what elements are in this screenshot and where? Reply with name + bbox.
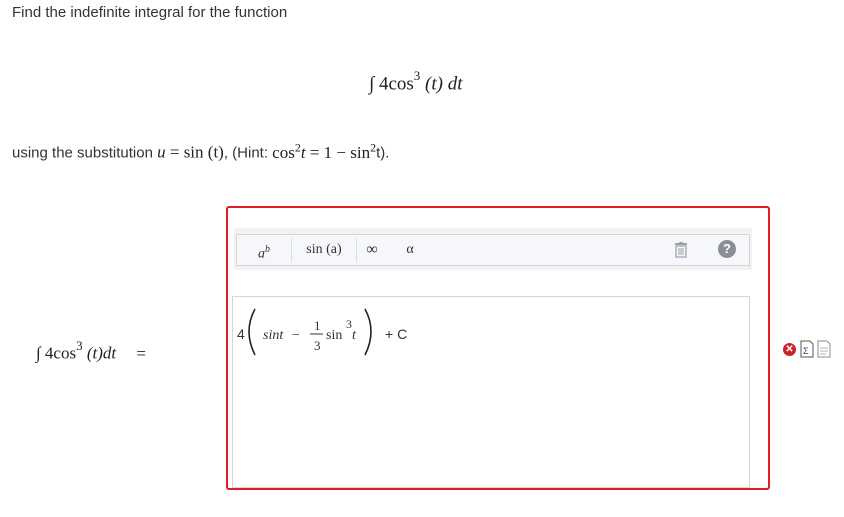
- math-toolbar: ab sin (a) ∞ α ?: [234, 228, 752, 270]
- answer-sint: sint: [263, 328, 284, 343]
- answer-input[interactable]: 4 sint − 1 3 sin 3 t + C: [232, 296, 750, 488]
- help-icon[interactable]: ?: [718, 240, 736, 258]
- right-paren: [364, 308, 372, 356]
- lhs-power: 3: [76, 338, 83, 353]
- integral-coefficient: 4cos: [378, 73, 414, 95]
- exponent-button[interactable]: ab: [251, 238, 277, 262]
- question-prompt: Find the indefinite integral for the fun…: [12, 4, 288, 21]
- answer-plus-c: + C: [385, 326, 407, 342]
- answer-box: ab sin (a) ∞ α ? 4 sint − 1 3 sin 3 t + …: [226, 206, 770, 490]
- hint-open: , (Hint:: [223, 144, 273, 162]
- frac-numerator: 1: [314, 318, 321, 333]
- lhs-argument: (t)dt: [82, 343, 117, 363]
- answer-t: t: [352, 328, 357, 343]
- integral-sign: ∫: [369, 73, 375, 95]
- answer-sin: sin: [326, 328, 342, 343]
- hint-u-var: u: [157, 142, 166, 162]
- trash-icon[interactable]: [674, 242, 688, 258]
- hint-eq: =: [165, 142, 184, 162]
- substitution-hint: using the substitution u = sin (t), (Hin…: [12, 140, 389, 163]
- hint-eq2: = 1 − sin: [305, 142, 371, 162]
- document-icon[interactable]: [817, 340, 831, 358]
- integral-expression: ∫ 4cos3 (t) dt: [369, 68, 463, 95]
- hint-close: t).: [376, 144, 390, 162]
- left-paren: [248, 308, 256, 356]
- lhs-coefficient: 4cos: [44, 343, 77, 363]
- lhs-equals: =: [136, 343, 146, 363]
- exponent-sup: b: [265, 244, 270, 255]
- answer-coefficient: 4: [237, 326, 245, 342]
- exponent-base: a: [258, 246, 265, 262]
- svg-text:Σ: Σ: [803, 346, 809, 356]
- integral-power: 3: [413, 68, 421, 83]
- hint-prefix: using the substitution: [12, 144, 158, 162]
- answer-expression: 4 sint − 1 3 sin 3 t + C: [237, 308, 407, 356]
- infinity-button[interactable]: ∞: [361, 238, 383, 262]
- frac-denominator: 3: [314, 338, 321, 353]
- integral-argument: (t) dt: [420, 73, 463, 95]
- formula-sheet-icon[interactable]: Σ: [800, 340, 814, 358]
- lhs-integral-sign: ∫: [36, 343, 41, 363]
- sin-button[interactable]: sin (a): [291, 238, 357, 262]
- hint-u-value: sin (t): [183, 142, 224, 162]
- answer-minus: −: [292, 328, 300, 343]
- alpha-button[interactable]: α: [399, 238, 421, 262]
- toolbar-row: ab sin (a) ∞ α ?: [236, 234, 750, 266]
- answer-lhs: ∫ 4cos3 (t)dt =: [36, 338, 146, 364]
- hint-cos: cos: [272, 142, 295, 162]
- incorrect-icon: ✕: [783, 343, 796, 356]
